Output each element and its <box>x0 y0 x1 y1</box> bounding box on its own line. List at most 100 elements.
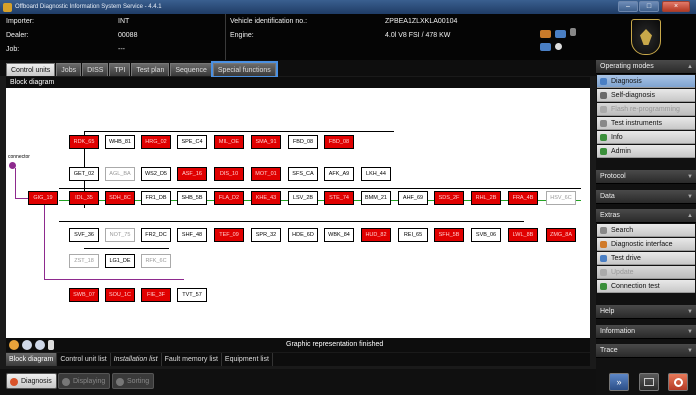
tab-diss[interactable]: DISS <box>82 63 109 76</box>
ecu-node[interactable]: MOT_01 <box>251 167 281 181</box>
diagnosis-button-label: Diagnosis <box>21 378 52 385</box>
ecu-node[interactable]: REI_65 <box>398 228 428 242</box>
print-button[interactable] <box>639 373 659 391</box>
tab-test-plan[interactable]: Test plan <box>131 63 170 76</box>
ecu-node[interactable]: LSV_2B <box>288 191 318 205</box>
ecu-node[interactable]: FR1_DB <box>141 191 171 205</box>
ecu-node[interactable]: SOU_1C <box>105 288 135 302</box>
ecu-node[interactable]: ZST_18 <box>69 254 99 268</box>
section-operating-modes[interactable]: Operating modes ▲ <box>596 60 696 74</box>
tab-installation-list[interactable]: Installation list <box>111 353 162 366</box>
minimize-button[interactable]: – <box>618 1 638 12</box>
ecu-node[interactable]: SHB_5B <box>177 191 207 205</box>
ecu-node[interactable]: AFK_A9 <box>324 167 354 181</box>
ecu-node[interactable]: SDS_2F <box>434 191 464 205</box>
ecu-node[interactable]: TEF_09 <box>214 228 244 242</box>
section-protocol[interactable]: Protocol ▼ <box>596 170 696 184</box>
diagnosis-button[interactable]: Diagnosis <box>6 373 57 389</box>
ecu-node[interactable]: SWB_07 <box>69 288 99 302</box>
ecu-node[interactable]: SPR_32 <box>251 228 281 242</box>
mode-admin[interactable]: Admin <box>597 145 695 158</box>
ecu-node[interactable]: SVF_36 <box>69 228 99 242</box>
tab-control-unit-list[interactable]: Control unit list <box>57 353 111 366</box>
ecu-node[interactable]: FLA_D2 <box>214 191 244 205</box>
ecu-node[interactable]: ASF_16 <box>177 167 207 181</box>
tab-block-diagram[interactable]: Block diagram <box>6 353 58 366</box>
ecu-node[interactable]: FBD_08 <box>288 135 318 149</box>
tab-jobs[interactable]: Jobs <box>56 63 82 76</box>
tab-fault-memory-list[interactable]: Fault memory list <box>162 353 222 366</box>
ecu-node[interactable]: TVT_57 <box>177 288 207 302</box>
ecu-node[interactable]: GET_02 <box>69 167 99 181</box>
ecu-node[interactable]: LWL_8B <box>508 228 538 242</box>
ecu-node[interactable]: AGL_BA <box>105 167 135 181</box>
mode-self-diagnosis[interactable]: Self-diagnosis <box>597 89 695 102</box>
ecu-node[interactable]: SMA_91 <box>251 135 281 149</box>
mode-label: Diagnosis <box>611 78 642 85</box>
section-extras[interactable]: Extras ▲ <box>596 209 696 223</box>
mode-flash-reprogramming[interactable]: Flash re-programming <box>597 103 695 116</box>
ecu-node[interactable]: RFK_6C <box>141 254 171 268</box>
ecu-node[interactable]: HSV_6C <box>546 191 576 205</box>
ecu-node[interactable]: ZMG_8A <box>546 228 576 242</box>
tab-tpi[interactable]: TPI <box>109 63 131 76</box>
ecu-node[interactable]: FRA_4B <box>508 191 538 205</box>
ecu-node[interactable]: WBK_84 <box>324 228 354 242</box>
extras-diagnostic-interface[interactable]: Diagnostic interface <box>597 238 695 251</box>
ecu-node[interactable]: AHF_69 <box>398 191 428 205</box>
ecu-node[interactable]: RHL_2B <box>471 191 501 205</box>
ecu-node[interactable]: GIG_19 <box>28 191 58 205</box>
ecu-node[interactable]: FBD_08 <box>324 135 354 149</box>
extras-search[interactable]: Search <box>597 224 695 237</box>
maximize-button[interactable]: □ <box>639 1 659 12</box>
ecu-node[interactable]: MIL_OE <box>214 135 244 149</box>
forward-button[interactable]: » <box>609 373 629 391</box>
pointer-icon[interactable] <box>48 340 54 350</box>
section-help[interactable]: Help ▼ <box>596 305 696 319</box>
close-button[interactable]: × <box>662 1 690 12</box>
sorting-button[interactable]: Sorting <box>112 373 155 389</box>
ecu-node[interactable]: SFH_5B <box>434 228 464 242</box>
ecu-node[interactable]: IDL_35 <box>69 191 99 205</box>
section-information[interactable]: Information ▼ <box>596 325 696 339</box>
zoom-in-icon[interactable] <box>22 340 32 350</box>
ecu-node[interactable]: FR2_DC <box>141 228 171 242</box>
ecu-node[interactable]: WHB_81 <box>105 135 135 149</box>
ecu-node[interactable]: BMM_21 <box>361 191 391 205</box>
ecu-node[interactable]: WS2_D5 <box>141 167 171 181</box>
tab-control-units[interactable]: Control units <box>6 63 56 76</box>
ecu-node[interactable]: LG1_DE <box>105 254 135 268</box>
ecu-node[interactable]: DIS_10 <box>214 167 244 181</box>
exit-button[interactable] <box>668 373 688 391</box>
ecu-node[interactable]: SPE_C4 <box>177 135 207 149</box>
ecu-node[interactable]: STE_74 <box>324 191 354 205</box>
tab-sequence[interactable]: Sequence <box>170 63 212 76</box>
ecu-node[interactable]: HUD_82 <box>361 228 391 242</box>
connection-icon <box>600 283 607 290</box>
mode-test-instruments[interactable]: Test instruments <box>597 117 695 130</box>
ecu-node[interactable]: HDE_6D <box>288 228 318 242</box>
ecu-node[interactable]: NOT_75 <box>105 228 135 242</box>
ecu-node[interactable]: RDK_65 <box>69 135 99 149</box>
tab-equipment-list[interactable]: Equipment list <box>222 353 273 366</box>
ecu-node[interactable]: SHF_48 <box>177 228 207 242</box>
mode-diagnosis[interactable]: Diagnosis <box>597 75 695 88</box>
ecu-node[interactable]: SVB_06 <box>471 228 501 242</box>
section-trace[interactable]: Trace ▼ <box>596 344 696 358</box>
extras-update[interactable]: Update <box>597 266 695 279</box>
extras-test-drive[interactable]: Test drive <box>597 252 695 265</box>
section-data[interactable]: Data ▼ <box>596 190 696 204</box>
ecu-node[interactable]: HRG_02 <box>141 135 171 149</box>
mode-info[interactable]: Info <box>597 131 695 144</box>
displaying-button[interactable]: Displaying <box>58 373 111 389</box>
ecu-node[interactable]: SFS_CA <box>288 167 318 181</box>
tab-special-functions[interactable]: Special functions <box>210 61 278 78</box>
ecu-node[interactable]: SDH_8C <box>105 191 135 205</box>
pan-icon[interactable] <box>9 340 19 350</box>
zoom-out-icon[interactable] <box>35 340 45 350</box>
network-icon <box>555 30 566 38</box>
ecu-node[interactable]: FIE_3F <box>141 288 171 302</box>
ecu-node[interactable]: KHE_43 <box>251 191 281 205</box>
ecu-node[interactable]: LKH_44 <box>361 167 391 181</box>
extras-connection-test[interactable]: Connection test <box>597 280 695 293</box>
